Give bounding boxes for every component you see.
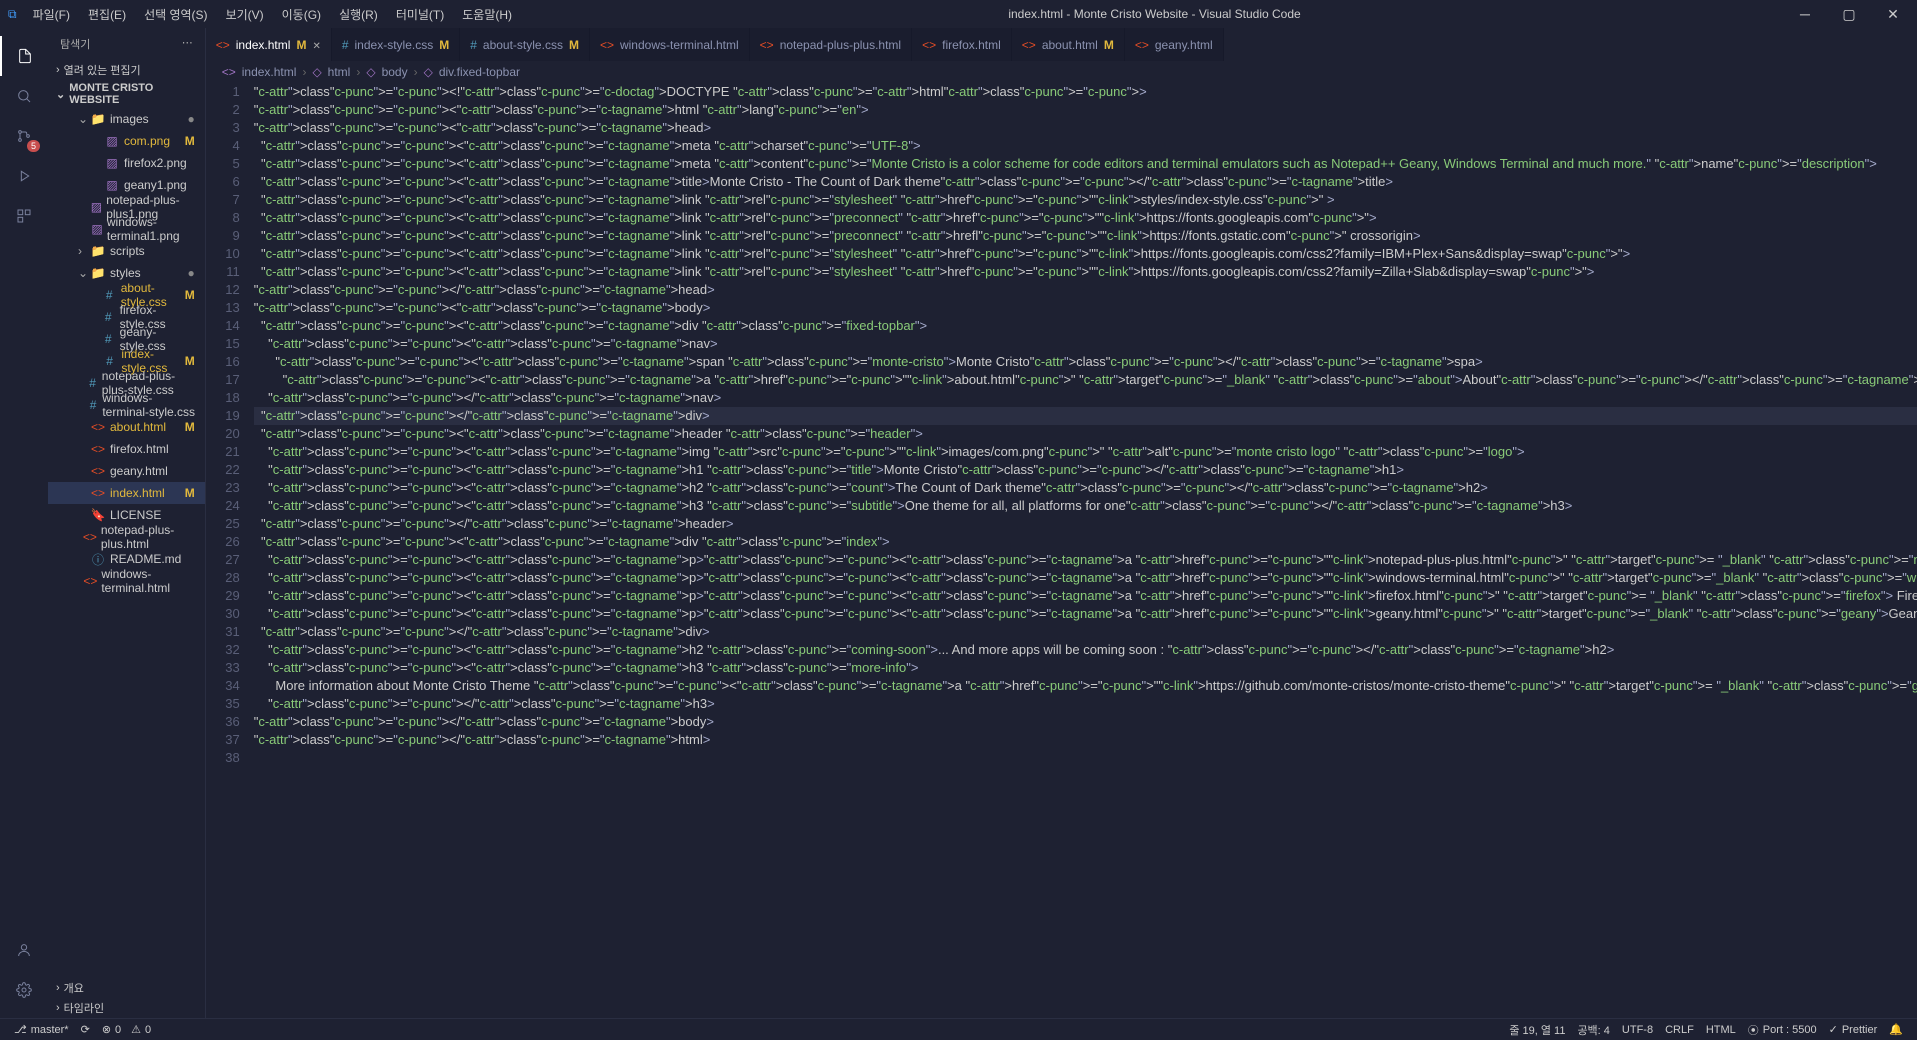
- tree-item[interactable]: <>index.htmlM: [48, 482, 205, 504]
- cursor-position[interactable]: 줄 19, 열 11: [1503, 1022, 1571, 1038]
- error-status[interactable]: ⊗0⚠0: [96, 1023, 157, 1036]
- code-editor[interactable]: 1234567891011121314151617181920212223242…: [206, 83, 1917, 1018]
- sidebar-title: 탐색기: [60, 36, 90, 52]
- tree-item[interactable]: ⌄📁images●: [48, 108, 205, 130]
- tab-bar: <>index.htmlM#index-style.cssM#about-sty…: [206, 28, 1917, 61]
- breadcrumb-item[interactable]: html: [328, 65, 351, 79]
- editor-area: <>index.htmlM#index-style.cssM#about-sty…: [206, 28, 1917, 1018]
- check-icon: ✓: [1829, 1023, 1838, 1036]
- editor-tab[interactable]: <>about.htmlM: [1012, 28, 1125, 61]
- menu-item[interactable]: 편집(E): [80, 2, 134, 27]
- encoding-status[interactable]: UTF-8: [1616, 1024, 1659, 1036]
- tree-item[interactable]: ▨com.pngM: [48, 130, 205, 152]
- sidebar: 탐색기 ⋯ ›열려 있는 편집기 ⌄MONTE CRISTO WEBSITE ⌄…: [48, 28, 206, 1018]
- sync-status[interactable]: ⟳: [75, 1023, 96, 1036]
- language-status[interactable]: HTML: [1700, 1024, 1742, 1036]
- tree-item[interactable]: <>geany.html: [48, 460, 205, 482]
- menu-item[interactable]: 선택 영역(S): [136, 2, 216, 27]
- editor-tab[interactable]: <>notepad-plus-plus.html: [750, 28, 912, 61]
- sync-icon: ⟳: [81, 1023, 90, 1036]
- editor-tab[interactable]: <>geany.html: [1125, 28, 1224, 61]
- titlebar: ⧉ 파일(F)편집(E)선택 영역(S)보기(V)이동(G)실행(R)터미널(T…: [0, 0, 1917, 28]
- outline-header[interactable]: ›개요: [48, 978, 205, 998]
- explorer-icon[interactable]: [0, 36, 48, 76]
- activity-bar: 5: [0, 28, 48, 1018]
- maximize-button[interactable]: ▢: [1833, 6, 1865, 23]
- line-gutter: 1234567891011121314151617181920212223242…: [206, 83, 254, 1018]
- source-control-icon[interactable]: 5: [0, 116, 48, 156]
- editor-tab[interactable]: <>index.htmlM: [206, 28, 332, 61]
- sidebar-more-icon[interactable]: ⋯: [182, 36, 193, 52]
- timeline-header[interactable]: ›타임라인: [48, 998, 205, 1018]
- html-icon: <>: [216, 38, 230, 52]
- tree-item[interactable]: ▨firefox2.png: [48, 152, 205, 174]
- window-title: index.html - Monte Cristo Website - Visu…: [520, 7, 1789, 21]
- css-icon: #: [342, 38, 349, 52]
- prettier-status[interactable]: ✓Prettier: [1823, 1023, 1884, 1036]
- code-content[interactable]: "c-attr">class"c-punc">="c-punc"><!"c-at…: [254, 83, 1917, 1018]
- html-icon: <>: [600, 38, 614, 52]
- tree-item[interactable]: ▨windows-terminal1.png: [48, 218, 205, 240]
- menu-item[interactable]: 보기(V): [218, 2, 272, 27]
- tree-item[interactable]: #windows-terminal-style.css: [48, 394, 205, 416]
- search-icon[interactable]: [0, 76, 48, 116]
- html-icon: <>: [760, 38, 774, 52]
- branch-icon: ⎇: [14, 1023, 27, 1036]
- breadcrumb-icon: <>: [222, 65, 236, 79]
- account-icon[interactable]: [0, 930, 48, 970]
- branch-status[interactable]: ⎇master*: [8, 1023, 75, 1036]
- html-icon: <>: [1135, 38, 1149, 52]
- error-icon: ⊗: [102, 1023, 111, 1036]
- file-tree: ⌄📁images●▨com.pngM▨firefox2.png▨geany1.p…: [48, 108, 205, 978]
- css-icon: #: [470, 38, 477, 52]
- html-icon: <>: [1022, 38, 1036, 52]
- settings-icon[interactable]: [0, 970, 48, 1010]
- vscode-icon: ⧉: [8, 7, 17, 22]
- tree-item[interactable]: <>windows-terminal.html: [48, 570, 205, 592]
- status-bar: ⎇master* ⟳ ⊗0⚠0 줄 19, 열 11 공백: 4 UTF-8 C…: [0, 1018, 1917, 1040]
- extensions-icon[interactable]: [0, 196, 48, 236]
- editor-tab[interactable]: <>windows-terminal.html: [590, 28, 750, 61]
- window-controls: ─ ▢ ✕: [1789, 6, 1909, 23]
- menu-item[interactable]: 터미널(T): [388, 2, 452, 27]
- tab-close-icon[interactable]: [312, 38, 320, 52]
- menu-item[interactable]: 파일(F): [25, 2, 78, 27]
- project-header[interactable]: ⌄MONTE CRISTO WEBSITE: [48, 80, 205, 108]
- tree-item[interactable]: <>about.htmlM: [48, 416, 205, 438]
- port-status[interactable]: ⦿Port : 5500: [1742, 1022, 1823, 1038]
- tree-item[interactable]: ›📁scripts: [48, 240, 205, 262]
- menu-item[interactable]: 도움말(H): [454, 2, 520, 27]
- menu-item[interactable]: 실행(R): [331, 2, 386, 27]
- breadcrumb-item[interactable]: div.fixed-topbar: [439, 65, 520, 79]
- breadcrumb-item[interactable]: body: [382, 65, 408, 79]
- html-icon: <>: [922, 38, 936, 52]
- breadcrumb-icon: ◇: [312, 65, 321, 79]
- tree-item[interactable]: <>notepad-plus-plus.html: [48, 526, 205, 548]
- warning-icon: ⚠: [131, 1023, 141, 1036]
- menu-bar: 파일(F)편집(E)선택 영역(S)보기(V)이동(G)실행(R)터미널(T)도…: [25, 2, 520, 27]
- breadcrumb-icon: ◇: [424, 65, 433, 79]
- bell-icon[interactable]: 🔔: [1883, 1023, 1909, 1036]
- minimize-button[interactable]: ─: [1789, 6, 1821, 23]
- editor-tab[interactable]: #index-style.cssM: [332, 28, 460, 61]
- tree-item[interactable]: <>firefox.html: [48, 438, 205, 460]
- editor-tab[interactable]: #about-style.cssM: [460, 28, 590, 61]
- close-button[interactable]: ✕: [1877, 6, 1909, 23]
- menu-item[interactable]: 이동(G): [274, 2, 329, 27]
- open-editors-header[interactable]: ›열려 있는 편집기: [48, 60, 205, 80]
- breadcrumb-item[interactable]: index.html: [242, 65, 297, 79]
- broadcast-icon: ⦿: [1748, 1022, 1759, 1038]
- editor-tab[interactable]: <>firefox.html: [912, 28, 1012, 61]
- eol-status[interactable]: CRLF: [1659, 1024, 1700, 1036]
- indent-status[interactable]: 공백: 4: [1571, 1022, 1615, 1038]
- debug-icon[interactable]: [0, 156, 48, 196]
- breadcrumb[interactable]: <>index.html›◇html›◇body›◇div.fixed-topb…: [206, 61, 1917, 83]
- breadcrumb-icon: ◇: [366, 65, 375, 79]
